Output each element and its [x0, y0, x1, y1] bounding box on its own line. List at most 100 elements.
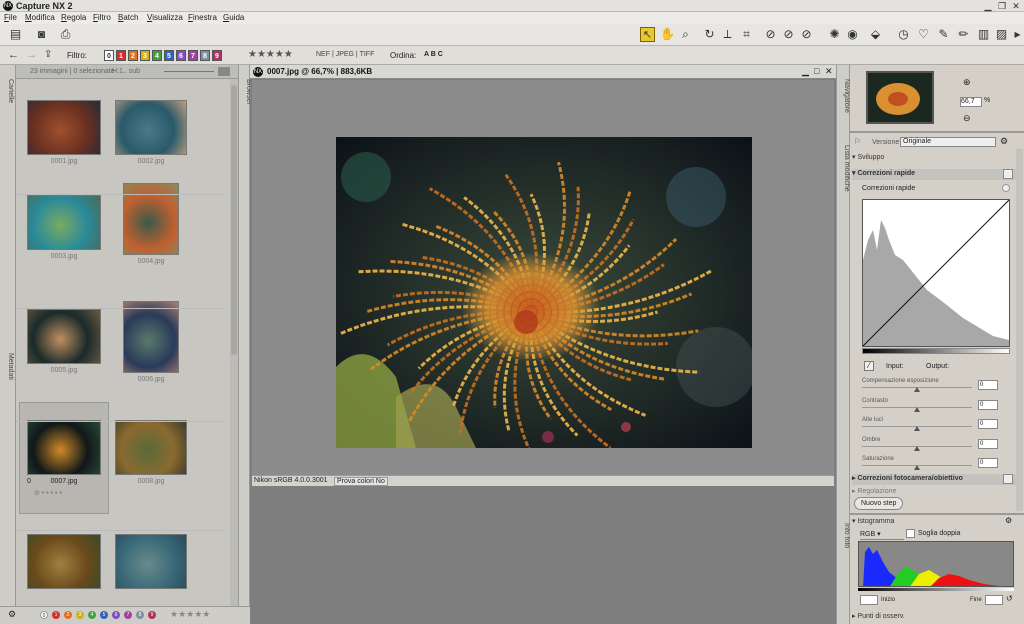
zoom-tool-icon[interactable]: ⌕ — [678, 27, 693, 42]
thumbnail-image[interactable] — [27, 195, 101, 250]
bottom-label-chip[interactable]: 6 — [112, 611, 120, 619]
zoom-input[interactable]: 66,7 — [960, 97, 982, 107]
thumbnail-label[interactable]: 0 — [27, 478, 31, 485]
histogram-header[interactable]: ▾ Istogramma — [852, 517, 1020, 528]
label-chip[interactable]: 8 — [200, 50, 210, 61]
label-chip[interactable]: 3 — [140, 50, 150, 61]
back-icon[interactable]: ← — [8, 49, 19, 61]
thumbnail-image[interactable] — [27, 420, 101, 475]
toolbar-more-icon[interactable]: ▸ — [1010, 27, 1024, 42]
quick-fix-checkbox[interactable] — [1003, 169, 1013, 179]
slider-handle[interactable] — [914, 465, 920, 470]
format-filter[interactable]: NEF | JPEG | TIFF — [316, 51, 374, 58]
label-chip[interactable]: 2 — [128, 50, 138, 61]
thumbnail-image[interactable] — [27, 534, 101, 589]
bottom-label-chip[interactable]: 1 — [52, 611, 60, 619]
label-chip[interactable]: 4 — [152, 50, 162, 61]
menu-guida[interactable]: Guida — [223, 13, 244, 22]
bottom-label-chip[interactable]: 7 — [124, 611, 132, 619]
tab-edit-list[interactable]: Lista modifiche — [838, 145, 850, 192]
slider-value-input[interactable]: 0 — [978, 419, 998, 429]
slider-value-input[interactable]: 0 — [978, 458, 998, 468]
label-chip[interactable]: 6 — [176, 50, 186, 61]
develop-section[interactable]: ▾ Sviluppo — [852, 153, 1020, 164]
minimize-icon[interactable]: ▁ — [982, 1, 994, 11]
doc-close-icon[interactable]: ✕ — [825, 66, 833, 77]
label-chip[interactable]: 5 — [164, 50, 174, 61]
rating-stars[interactable]: ★★★★★ — [170, 609, 210, 620]
bottom-label-chip[interactable]: 8 — [136, 611, 144, 619]
bottom-label-chip[interactable]: 2 — [64, 611, 72, 619]
slider-value-input[interactable]: 0 — [978, 399, 998, 410]
red-eye-icon[interactable]: ✺ — [827, 27, 842, 42]
quick-fix-radio[interactable] — [1002, 184, 1010, 192]
doc-maximize-icon[interactable]: □ — [814, 66, 819, 76]
bottom-label-chip[interactable]: 3 — [76, 611, 84, 619]
histogram-end-input[interactable] — [985, 595, 1003, 605]
slider-handle[interactable] — [914, 387, 920, 392]
thumbnail-image[interactable] — [27, 100, 101, 155]
histogram-settings-icon[interactable]: ⚙ — [1005, 516, 1012, 525]
menu-finestra[interactable]: Finestra — [188, 13, 217, 22]
eyedropper-icon[interactable]: ⁄ — [864, 361, 874, 371]
hand-tool-icon[interactable]: ✋ — [660, 27, 675, 42]
tab-metadata[interactable]: Metadati — [2, 353, 14, 380]
reset-icon[interactable]: ↺ — [1006, 594, 1013, 603]
label-chip[interactable]: 1 — [116, 50, 126, 61]
label-chip[interactable]: 9 — [212, 50, 222, 61]
slider-handle[interactable] — [914, 426, 920, 431]
thumb-size-slider[interactable] — [164, 71, 214, 72]
observation-points-header[interactable]: ▸ Punti di osserv. — [852, 612, 1020, 623]
histogram-start-input[interactable] — [860, 595, 878, 605]
camera-lens-header[interactable]: ▸ Correzioni fotocamera/obiettivo — [852, 474, 1020, 485]
bottom-label-chip[interactable]: 4 — [88, 611, 96, 619]
slider-handle[interactable] — [914, 445, 920, 451]
thumbnail-image[interactable] — [115, 420, 187, 475]
camera-lens-checkbox[interactable] — [1003, 474, 1013, 484]
menu-regola[interactable]: Regola — [61, 13, 86, 22]
slider-value-input[interactable]: 0 — [978, 438, 998, 449]
menu-file[interactable]: File — [4, 13, 17, 22]
sort-select[interactable]: A B C — [424, 51, 443, 58]
straighten-icon[interactable]: ⟂ — [720, 27, 735, 42]
thumbnail-image[interactable] — [115, 100, 187, 155]
close-icon[interactable]: ✕ — [1010, 1, 1022, 11]
neutral-point-icon[interactable]: ⊘ — [781, 27, 796, 42]
zoom-in-icon[interactable]: ⊕ — [963, 77, 971, 88]
curves-graph[interactable] — [862, 199, 1010, 347]
slider-handle[interactable] — [914, 406, 920, 412]
print-icon[interactable]: ⎙ — [58, 27, 73, 42]
crop-tool-icon[interactable]: ⌗ — [739, 27, 754, 42]
black-point-icon[interactable]: ⊘ — [763, 27, 778, 42]
auto-retouch-icon[interactable]: ◉ — [845, 27, 860, 42]
eraser-icon[interactable]: ⬙ — [868, 27, 883, 42]
selection-brush-icon[interactable]: ✏ — [956, 27, 971, 42]
quick-fix-header[interactable]: ▾ Correzioni rapide — [852, 169, 1020, 180]
rotate-icon[interactable]: ↻ — [702, 27, 717, 42]
restore-icon[interactable]: ❐ — [996, 1, 1008, 11]
menu-batch[interactable]: Batch — [118, 13, 138, 22]
forward-icon[interactable]: → — [26, 49, 37, 61]
menu-visualizza[interactable]: Visualizza — [147, 13, 183, 22]
soft-proof-select[interactable]: Prova colori No — [334, 477, 388, 486]
bottom-label-chip[interactable]: 9 — [148, 611, 156, 619]
navigator-preview[interactable] — [866, 71, 934, 124]
browser-scroll-thumb[interactable] — [231, 85, 237, 355]
thumbnail-image[interactable] — [115, 534, 187, 589]
tab-folders[interactable]: Cartelle — [2, 79, 14, 103]
white-point-icon[interactable]: ⊘ — [799, 27, 814, 42]
new-step-button[interactable]: Nuovo step — [854, 497, 904, 510]
brush-icon[interactable]: ✎ — [936, 27, 951, 42]
menu-modifica[interactable]: Modifica — [25, 13, 55, 22]
zoom-out-icon[interactable]: ⊖ — [963, 113, 971, 124]
thumbnail-rating[interactable]: ⊘ • • • • • — [34, 489, 62, 497]
bottom-label-chip[interactable]: 0 — [40, 611, 48, 619]
up-folder-icon[interactable]: ⇪ — [44, 49, 52, 60]
rating-filter[interactable]: ★★★★★ — [248, 49, 293, 60]
menu-filtro[interactable]: Filtro — [93, 13, 111, 22]
view-mode-icon[interactable] — [218, 67, 230, 76]
browser-settings-icon[interactable]: ⚙ — [8, 609, 16, 620]
version-select[interactable]: Originale — [900, 137, 996, 147]
doc-minimize-icon[interactable]: ▁ — [802, 66, 809, 77]
fill-icon[interactable]: ▨ — [994, 27, 1009, 42]
